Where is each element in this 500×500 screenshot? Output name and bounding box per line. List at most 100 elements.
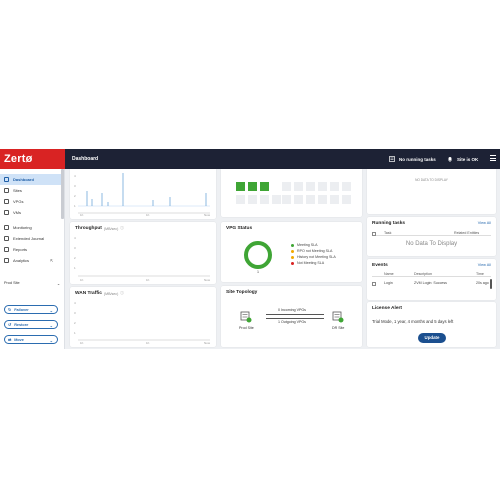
column-header-related[interactable]: Related Entities: [454, 231, 479, 235]
app-root: Zertø Dashboard No running tasks Site is…: [0, 149, 500, 349]
column-header-task[interactable]: Task: [384, 231, 391, 235]
heatmap-cell: [342, 182, 351, 191]
sidebar-item-label: Dashboard: [13, 177, 34, 182]
running-tasks-indicator[interactable]: No running tasks: [389, 149, 436, 169]
svg-text:4: 4: [74, 301, 76, 305]
sidebar-scrollbar[interactable]: [61, 169, 64, 219]
top-bar: Zertø Dashboard No running tasks Site is…: [0, 149, 500, 169]
sidebar-item-label: Sites: [13, 188, 22, 193]
sidebar-item-label: Reports: [13, 247, 28, 252]
column-header-name[interactable]: Name: [384, 272, 394, 276]
heatmap-cell: [306, 195, 315, 204]
running-tasks-view-all-link[interactable]: View All: [478, 221, 491, 225]
wan-traffic-card: WAN Traffic (MB/sec) ⓘ 4321 1h 1h Now: [70, 287, 216, 347]
local-site-label: Prod Site: [239, 326, 254, 330]
sidebar-item-analytics[interactable]: Analytics ⇱: [0, 255, 64, 266]
reports-icon: [4, 247, 9, 252]
sidebar-item-monitoring[interactable]: Monitoring: [0, 222, 64, 233]
sidebar-item-dashboard[interactable]: Dashboard: [0, 174, 64, 185]
event-name: Login: [384, 280, 393, 285]
hamburger-menu-icon[interactable]: [490, 155, 496, 163]
event-description: ZVM Login: Success: [414, 280, 447, 285]
site-select[interactable]: Prod Site ⌄: [4, 281, 60, 286]
tasks-label: No running tasks: [399, 156, 436, 162]
sidebar-item-vpgs[interactable]: VPGs: [0, 196, 64, 207]
sidebar-item-label: VMs: [13, 210, 21, 215]
move-label: Move: [14, 337, 24, 342]
zerto-logo[interactable]: Zertø: [0, 149, 65, 169]
heatmap-cell[interactable]: [248, 182, 257, 191]
sidebar-item-label: VPGs: [13, 199, 24, 204]
heatmap-cell: [318, 182, 327, 191]
column-header-description[interactable]: Description: [414, 272, 432, 276]
tasks-icon: [389, 156, 395, 162]
update-license-button[interactable]: Update: [418, 333, 446, 343]
column-header-time[interactable]: Time: [476, 272, 484, 276]
vpgs-icon: [4, 199, 9, 204]
x-tick-label: Now: [204, 278, 211, 282]
incoming-arrow: [266, 314, 324, 315]
events-header: Name Description Time: [372, 270, 491, 277]
heatmap-cell: [342, 195, 351, 204]
restore-label: Restore: [14, 322, 29, 327]
license-alert-title: License Alert: [372, 306, 402, 311]
failover-button[interactable]: ↻ Failover ⌄: [4, 305, 58, 314]
heatmap-cell: [282, 182, 291, 191]
events-title: Events: [372, 263, 388, 268]
events-scrollbar[interactable]: [490, 279, 492, 289]
dashboard-icon: [4, 177, 9, 182]
vpg-heatmap-card: [221, 169, 362, 217]
wan-traffic-chart: 4 3 2 1: [74, 301, 210, 341]
site-status-indicator[interactable]: Site is OK: [447, 149, 478, 169]
sidebar-item-sites[interactable]: Sites: [0, 185, 64, 196]
legend-item: Not Meeting SLA: [291, 260, 336, 266]
sidebar-item-label: Extended Journal: [13, 236, 45, 241]
sidebar-item-label: Monitoring: [13, 225, 32, 230]
svg-text:2: 2: [74, 256, 76, 260]
sites-icon: [4, 188, 9, 193]
heatmap-cell[interactable]: [236, 182, 245, 191]
throughput-chart: 4 3 2 1: [74, 236, 210, 277]
heatmap-cell[interactable]: [260, 182, 269, 191]
chevron-down-icon: ⌄: [49, 308, 53, 313]
move-button[interactable]: ⇄ Move ⌄: [4, 335, 58, 344]
svg-text:2: 2: [74, 321, 76, 325]
checkbox[interactable]: [372, 282, 376, 286]
heatmap-cell: [306, 182, 315, 191]
site-topology-title: Site Topology: [226, 290, 258, 295]
x-tick-label: 1h: [146, 213, 150, 217]
heatmap-cell: [236, 195, 245, 204]
remote-site-icon[interactable]: [332, 311, 344, 323]
heatmap-cell: [330, 195, 339, 204]
iops-chart-card: 4 3 2 1 1h 1h Now: [70, 169, 216, 219]
checkbox[interactable]: [372, 232, 376, 236]
x-tick-label: 1h: [80, 341, 84, 345]
sidebar: Dashboard Sites VPGs VMs Monitoring Exte…: [0, 169, 65, 349]
running-tasks-header: Task Related Entities: [372, 229, 491, 236]
chevron-down-icon: ⌄: [49, 338, 53, 343]
monitoring-icon: [4, 225, 9, 230]
sidebar-item-vms[interactable]: VMs: [0, 207, 64, 218]
x-tick-label: 1h: [146, 278, 150, 282]
analytics-icon: [4, 258, 9, 263]
move-icon: ⇄: [8, 338, 12, 342]
local-site-icon[interactable]: [240, 311, 252, 323]
chevron-down-icon: ⌄: [49, 323, 53, 328]
svg-text:1: 1: [74, 204, 76, 208]
events-view-all-link[interactable]: View All: [478, 263, 491, 267]
svg-text:4: 4: [74, 174, 76, 178]
chevron-down-icon: ⌄: [56, 282, 60, 286]
external-link-icon: ⇱: [50, 258, 54, 263]
heatmap-cell: [260, 195, 269, 204]
outgoing-vpgs-label: 1 Outgoing VPGs: [278, 320, 306, 324]
restore-icon: ↺: [8, 323, 12, 327]
vms-icon: [4, 210, 9, 215]
throughput-card: Throughput (MB/sec) ⓘ 4321 1h 1h Now: [70, 222, 216, 284]
table-row[interactable]: Login ZVM Login: Success 20s ago: [372, 279, 491, 287]
svg-text:3: 3: [74, 311, 76, 315]
sidebar-item-reports[interactable]: Reports: [0, 244, 64, 255]
failover-label: Failover: [14, 307, 29, 312]
restore-button[interactable]: ↺ Restore ⌄: [4, 320, 58, 329]
sidebar-item-extended-journal[interactable]: Extended Journal: [0, 233, 64, 244]
svg-text:4: 4: [74, 236, 76, 240]
